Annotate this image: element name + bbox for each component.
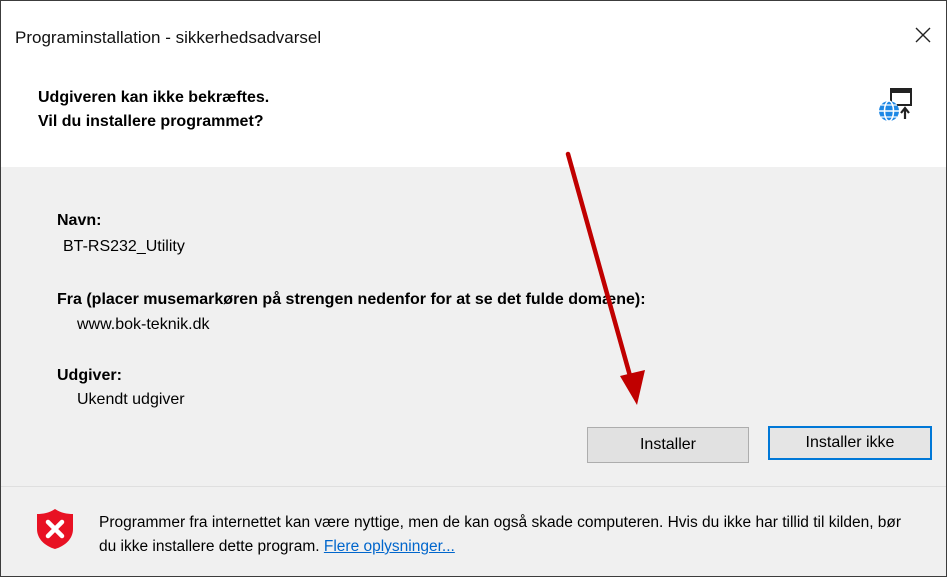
from-label: Fra (placer musemarkøren på strengen ned… (57, 291, 646, 308)
shield-x-icon (37, 509, 73, 549)
install-question: Vil du installere programmet? (38, 113, 264, 130)
warning-text: Programmer fra internettet kan være nytt… (99, 514, 902, 555)
dialog-header: Udgiveren kan ikke bekræftes. Vil du ins… (1, 59, 946, 167)
warning-message: Programmer fra internettet kan være nytt… (99, 511, 919, 559)
headline: Udgiveren kan ikke bekræftes. (38, 89, 270, 106)
publisher-value: Ukendt udgiver (77, 391, 185, 408)
title-bar: Programinstallation - sikkerhedsadvarsel (1, 1, 946, 59)
more-info-link[interactable]: Flere oplysninger... (324, 538, 455, 555)
name-label: Navn: (57, 212, 102, 229)
warning-footer: Programmer fra internettet kan være nytt… (1, 487, 946, 576)
dont-install-button[interactable]: Installer ikke (768, 426, 932, 460)
window-title: Programinstallation - sikkerhedsadvarsel (15, 28, 322, 47)
publisher-label: Udgiver: (57, 367, 122, 384)
install-button[interactable]: Installer (587, 427, 749, 463)
details-panel: Navn: BT-RS232_Utility Fra (placer musem… (1, 167, 946, 487)
name-value: BT-RS232_Utility (63, 238, 185, 255)
close-icon (915, 27, 931, 43)
from-value[interactable]: www.bok-teknik.dk (77, 316, 210, 334)
security-warning-dialog: Programinstallation - sikkerhedsadvarsel… (0, 0, 947, 577)
close-button[interactable] (900, 15, 946, 55)
globe-install-icon (879, 88, 912, 122)
